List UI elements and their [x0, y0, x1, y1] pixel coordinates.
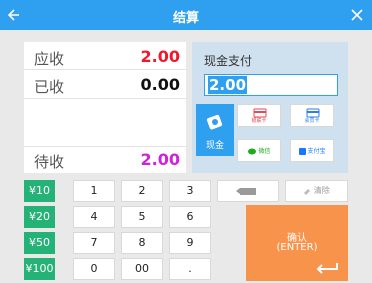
bank-card-label: 银联卡: [251, 118, 267, 124]
key-2[interactable]: 2: [121, 180, 163, 202]
amount-pending-label: 待收: [34, 153, 65, 171]
key-9[interactable]: 9: [169, 232, 211, 254]
key-3[interactable]: 3: [169, 180, 211, 202]
key-1[interactable]: 1: [73, 180, 115, 202]
enter-icon: [316, 263, 338, 274]
cash-icon: [206, 114, 223, 130]
key-00[interactable]: 00: [121, 258, 163, 280]
amount-panel: 应收 2.00 已收 0.00 待收 2.00: [24, 42, 186, 173]
cash-label: 现金: [205, 141, 224, 151]
member-card-button[interactable]: 会员卡: [290, 104, 334, 127]
wechat-label: 微信: [258, 148, 271, 155]
clear-button[interactable]: 清除: [285, 180, 348, 202]
amount-received-row: 已收 0.00: [24, 72, 186, 98]
amount-pending-row: 待收 2.00: [24, 146, 186, 172]
key-dot[interactable]: .: [169, 258, 211, 280]
title-bar: 结算: [0, 0, 372, 30]
alipay-button[interactable]: 支付宝: [290, 139, 334, 162]
close-icon[interactable]: [348, 6, 366, 24]
key-5[interactable]: 5: [121, 206, 163, 228]
page-title: 结算: [172, 11, 199, 26]
wechat-icon: [247, 148, 256, 155]
payment-amount-input[interactable]: 2.00: [204, 74, 338, 96]
payment-panel: 现金支付 2.00 现金 银联卡 会员卡 微信 支付宝: [192, 42, 348, 173]
amount-pending-value: 2.00: [140, 150, 180, 169]
keypad: ¥10 ¥20 ¥50 ¥100 1 2 3 4 5 6 7 8 9 0 00 …: [24, 178, 348, 281]
key-4[interactable]: 4: [73, 206, 115, 228]
key-0[interactable]: 0: [73, 258, 115, 280]
cash-payment-button[interactable]: 现金: [196, 104, 234, 156]
amount-received-label: 已收: [34, 78, 65, 96]
quick-amount-10[interactable]: ¥10: [24, 180, 55, 202]
alipay-label: 支付宝: [307, 148, 326, 155]
key-7[interactable]: 7: [73, 232, 115, 254]
amount-due-value: 2.00: [140, 47, 180, 66]
clear-label: 清除: [313, 186, 330, 195]
wechat-pay-content: 微信: [238, 146, 280, 155]
member-card-label: 会员卡: [304, 118, 320, 124]
backspace-button[interactable]: [217, 180, 279, 202]
confirm-button[interactable]: 确认 (ENTER): [246, 205, 348, 281]
amount-received-value: 0.00: [140, 75, 180, 94]
divider: [24, 98, 186, 99]
alipay-icon: [298, 148, 306, 155]
clear-icon: [304, 188, 311, 195]
confirm-enter-label: (ENTER): [276, 242, 318, 253]
alipay-content: 支付宝: [291, 146, 333, 155]
payment-amount-value: 2.00: [208, 76, 248, 94]
quick-amount-100[interactable]: ¥100: [24, 258, 55, 280]
quick-amount-50[interactable]: ¥50: [24, 232, 55, 254]
key-6[interactable]: 6: [169, 206, 211, 228]
payment-title: 现金支付: [204, 54, 253, 68]
amount-due-label: 应收: [34, 50, 65, 68]
amount-due-row: 应收 2.00: [24, 44, 186, 70]
wechat-pay-button[interactable]: 微信: [237, 139, 281, 162]
quick-amount-20[interactable]: ¥20: [24, 206, 55, 228]
key-8[interactable]: 8: [121, 232, 163, 254]
bank-card-button[interactable]: 银联卡: [237, 104, 281, 127]
backspace-icon: [236, 188, 256, 195]
